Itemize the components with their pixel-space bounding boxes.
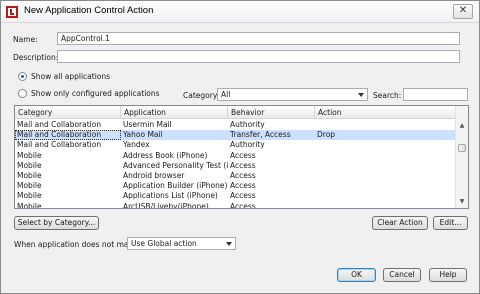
category-label: Category: — [183, 91, 220, 100]
close-icon: ✕ — [458, 5, 468, 16]
cell-category: Mobile — [17, 181, 42, 191]
cell-behavior: Access — [230, 201, 256, 209]
scroll-down-icon[interactable]: ▼ — [456, 196, 468, 208]
cell-action — [315, 171, 456, 181]
cell-action — [315, 161, 456, 171]
cell-behavior: Authority — [230, 140, 265, 150]
cell-action: Drop — [317, 130, 336, 140]
cell-action — [315, 140, 456, 150]
cell-behavior: Access — [230, 160, 256, 170]
cell-action — [315, 191, 456, 201]
table-row[interactable]: Mobile Application Builder (iPhone) Access — [15, 181, 456, 191]
name-label: Name: — [13, 35, 38, 44]
search-input[interactable] — [403, 88, 468, 101]
table-row[interactable]: Mobile Android browser Access — [15, 171, 456, 181]
category-value: All — [221, 90, 231, 99]
cell-category: Mobile — [17, 191, 42, 201]
cancel-button[interactable]: Cancel — [383, 268, 421, 282]
cell-category: Mail and Collaboration — [17, 120, 102, 129]
cell-behavior: Access — [230, 171, 256, 180]
chevron-down-icon — [226, 242, 232, 246]
cell-application: Yahoo Mail — [123, 130, 163, 140]
table-row[interactable]: Mobile Advanced Personality Test (iPh...A… — [15, 161, 456, 171]
description-label: Description: — [13, 53, 59, 62]
cell-action — [315, 202, 456, 208]
column-header-action[interactable]: Action — [315, 106, 456, 119]
cell-application: Address Book (iPhone) — [123, 150, 208, 160]
cell-category: Mail and Collaboration — [17, 140, 102, 150]
help-button[interactable]: Help — [429, 268, 467, 282]
scroll-up-icon[interactable]: ▲ — [456, 120, 468, 132]
cell-action — [315, 181, 456, 191]
cell-application: Applications List (iPhone) — [123, 191, 218, 201]
cell-behavior: Authority — [230, 120, 265, 129]
table-row[interactable]: Mail and Collaboration Yahoo Mail Transfer… — [15, 130, 456, 141]
description-field[interactable] — [57, 50, 460, 63]
scroll-thumb[interactable] — [458, 144, 466, 152]
table-row[interactable]: Mobile Applications List (iPhone) Access — [15, 191, 456, 201]
cell-behavior: Access — [230, 181, 256, 191]
chevron-down-icon — [358, 93, 364, 97]
cell-behavior: Transfer, Access — [230, 130, 291, 140]
close-button[interactable]: ✕ — [453, 4, 473, 19]
cell-application: Application Builder (iPhone) — [123, 181, 228, 191]
cell-application: Usermin Mail — [123, 120, 172, 129]
cell-behavior: Access — [230, 191, 256, 201]
ok-button[interactable]: OK — [337, 268, 376, 282]
cell-behavior: Access — [230, 150, 256, 160]
table-row[interactable]: Mobile ArcUSB/Liveby(iPhone) Access — [15, 201, 456, 209]
edit-button[interactable]: Edit... — [433, 216, 468, 230]
cell-action — [315, 120, 456, 130]
no-match-value: Use Global action — [131, 239, 197, 248]
no-match-label: When application does not match: — [14, 240, 143, 249]
cell-application: Advanced Personality Test (iPh... — [123, 160, 228, 170]
show-configured-radio[interactable] — [18, 89, 27, 98]
column-header-category[interactable]: Category — [15, 106, 121, 119]
cell-category: Mobile — [17, 150, 42, 160]
no-match-select[interactable]: Use Global action — [127, 237, 236, 250]
cell-category: Mail and Collaboration — [15, 130, 121, 141]
show-configured-label: Show only configured applications — [31, 89, 160, 98]
select-by-category-button[interactable]: Select by Category... — [14, 216, 99, 230]
table-row[interactable]: Mobile Address Book (iPhone) Access — [15, 151, 456, 161]
table-row[interactable]: Mail and Collaboration Yandex Authority — [15, 140, 456, 150]
name-field[interactable]: AppControl.1 — [57, 32, 460, 45]
cell-category: Mobile — [17, 160, 42, 170]
cell-action — [315, 151, 456, 161]
cell-application: ArcUSB/Liveby(iPhone) — [123, 201, 209, 209]
table-row[interactable]: Mail and Collaboration Usermin Mail Author… — [15, 120, 456, 130]
search-label: Search: — [373, 91, 402, 100]
cell-category: Mobile — [17, 171, 42, 180]
dialog-window: New Application Control Action ✕ Name: A… — [0, 0, 480, 294]
clear-action-button[interactable]: Clear Action — [372, 216, 428, 230]
window-title: New Application Control Action — [24, 5, 154, 16]
table-header: Category Application Behavior Action — [15, 106, 456, 119]
show-all-radio[interactable] — [18, 72, 27, 81]
vertical-scrollbar[interactable]: ▲ ▼ — [455, 106, 468, 208]
column-header-behavior[interactable]: Behavior — [228, 106, 315, 119]
cell-application: Android browser — [123, 171, 185, 180]
applications-table[interactable]: Category Application Behavior Action Mai… — [14, 105, 469, 209]
title-bar: New Application Control Action ✕ — [1, 1, 479, 23]
column-header-application[interactable]: Application — [121, 106, 228, 119]
cell-application: Yandex — [123, 140, 150, 150]
watchguard-icon — [6, 6, 18, 18]
cell-category: Mobile — [17, 201, 42, 209]
show-all-label: Show all applications — [31, 72, 111, 81]
category-select[interactable]: All — [217, 88, 368, 101]
